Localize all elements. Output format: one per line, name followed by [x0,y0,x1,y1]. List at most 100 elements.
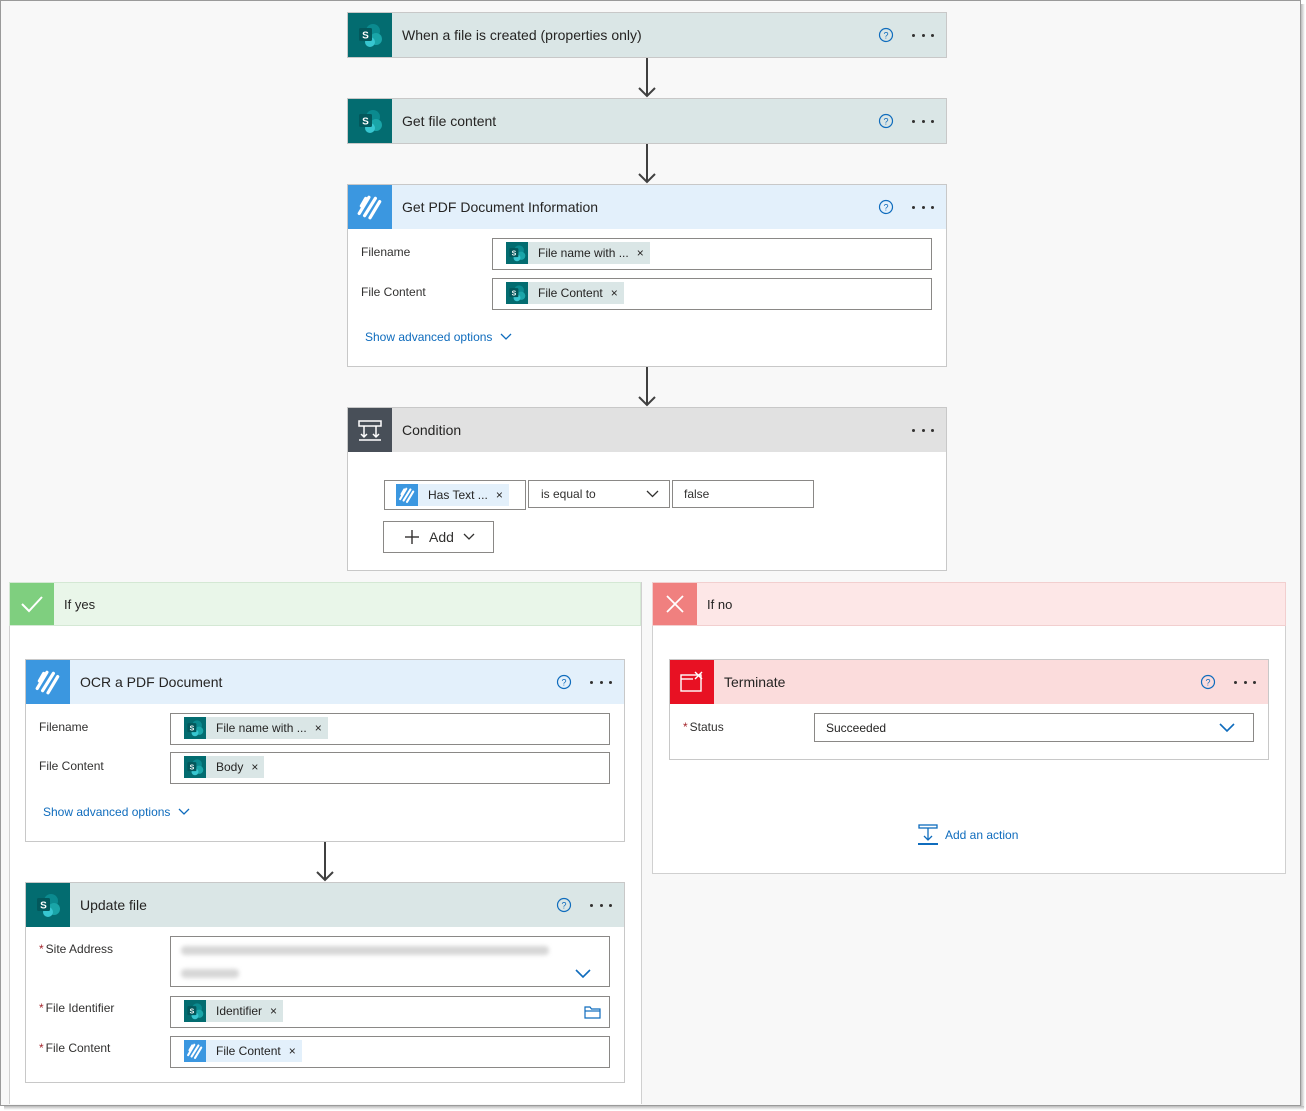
ocr-card[interactable]: OCR a PDF Document ? Filename File name … [25,659,625,842]
terminate-card[interactable]: Terminate ? * Status Succeeded [669,659,1269,760]
help-icon[interactable]: ? [878,199,894,215]
pdf-info-card[interactable]: Get PDF Document Information ? Filename … [347,184,947,367]
file-content-token[interactable]: File Content × [506,282,624,304]
if-no-header[interactable]: If no [652,582,1286,626]
show-advanced-options-link[interactable]: Show advanced options [365,330,512,344]
connector-arrow [637,144,657,184]
update-file-card[interactable]: Update file ? * Site Address * File Identi… [25,882,625,1083]
plus-icon [405,530,419,544]
more-options-icon[interactable] [590,897,612,913]
required-mark: * [683,720,688,734]
terminate-header[interactable]: Terminate ? [670,660,1268,704]
filename-token[interactable]: File name with ... × [506,242,650,264]
filename-label: Filename [361,245,411,259]
trigger-header[interactable]: When a file is created (properties only)… [348,13,946,57]
condition-card[interactable]: Condition Has Text ... × is equal to fal… [347,407,947,571]
add-an-action-link[interactable]: Add an action [917,824,1018,846]
link-label: Show advanced options [43,805,171,819]
folder-icon[interactable] [584,1005,601,1019]
card-title: When a file is created (properties only) [402,27,642,43]
show-advanced-options-link[interactable]: Show advanced options [43,805,190,819]
more-options-icon[interactable] [590,674,612,690]
more-options-icon[interactable] [912,27,934,43]
help-icon[interactable]: ? [878,27,894,43]
svg-text:?: ? [1205,678,1210,688]
more-options-icon[interactable] [912,113,934,129]
token-label: Has Text ... [428,488,488,502]
help-icon[interactable]: ? [556,674,572,690]
pdf-info-header[interactable]: Get PDF Document Information ? [348,185,946,229]
remove-token-icon[interactable]: × [496,488,503,502]
sharepoint-icon [26,883,70,927]
branch-title: If yes [64,596,96,612]
filename-field[interactable]: File name with ... × [492,238,932,270]
required-mark: * [39,1001,44,1015]
link-label: Show advanced options [365,330,493,344]
card-title: Terminate [724,674,786,690]
sharepoint-icon [184,1000,206,1022]
update-file-header[interactable]: Update file ? [26,883,624,927]
svg-text:?: ? [561,678,566,688]
add-button[interactable]: Add [383,521,494,553]
card-title: OCR a PDF Document [80,674,223,690]
operator-dropdown[interactable]: is equal to [528,480,670,508]
operator-value: is equal to [541,487,596,501]
file-identifier-field[interactable]: Identifier × [170,996,610,1028]
connector-arrow [637,367,657,407]
filename-field[interactable]: File name with ... × [170,713,610,745]
site-address-dropdown[interactable] [170,936,610,987]
connector-arrow [637,58,657,98]
condition-value-input[interactable]: false [672,480,814,508]
required-mark: * [39,942,44,956]
svg-text:?: ? [883,117,888,127]
more-options-icon[interactable] [912,422,934,438]
add-label: Add [429,529,454,545]
more-options-icon[interactable] [912,199,934,215]
card-title: Get file content [402,113,497,129]
remove-token-icon[interactable]: × [315,721,322,735]
status-value: Succeeded [826,720,887,735]
condition-left-operand[interactable]: Has Text ... × [384,480,526,510]
remove-token-icon[interactable]: × [270,1004,277,1018]
file-content-field[interactable]: File Content × [492,278,932,310]
file-content-label: File Content [39,759,104,773]
checkmark-icon [10,583,54,625]
trigger-card[interactable]: When a file is created (properties only)… [347,12,947,58]
svg-text:?: ? [561,901,566,911]
more-options-icon[interactable] [1234,674,1256,690]
connector-arrow [315,842,335,882]
canvas-shadow [1301,4,1305,1108]
filename-token[interactable]: File name with ... × [184,717,328,739]
if-yes-header[interactable]: If yes [9,582,641,626]
condition-header[interactable]: Condition [348,408,946,452]
ocr-header[interactable]: OCR a PDF Document ? [26,660,624,704]
get-file-content-card[interactable]: Get file content ? [347,98,947,144]
condition-value: false [684,487,710,501]
help-icon[interactable]: ? [556,897,572,913]
chevron-down-icon [646,490,659,498]
file-content-label: * File Content [39,1041,111,1055]
body-token[interactable]: Body × [184,756,265,778]
condition-icon [348,408,392,452]
canvas-shadow [4,1106,1304,1110]
remove-token-icon[interactable]: × [611,286,618,300]
file-content-field[interactable]: Body × [170,752,610,784]
status-dropdown[interactable]: Succeeded [814,713,1254,742]
remove-token-icon[interactable]: × [289,1044,296,1058]
branch-title: If no [707,596,733,612]
token-label: File name with ... [538,246,629,260]
add-action-icon [918,824,938,845]
file-content-token[interactable]: File Content × [184,1040,302,1062]
sharepoint-icon [348,13,392,57]
help-icon[interactable]: ? [1200,674,1216,690]
pdf-connector-icon [348,185,392,229]
get-file-content-header[interactable]: Get file content ? [348,99,946,143]
help-icon[interactable]: ? [878,113,894,129]
chevron-down-icon [1219,722,1235,732]
chevron-down-icon [575,969,591,979]
file-content-field[interactable]: File Content × [170,1036,610,1068]
has-text-token[interactable]: Has Text ... × [396,484,509,506]
remove-token-icon[interactable]: × [637,246,644,260]
remove-token-icon[interactable]: × [251,760,258,774]
identifier-token[interactable]: Identifier × [184,1000,284,1022]
